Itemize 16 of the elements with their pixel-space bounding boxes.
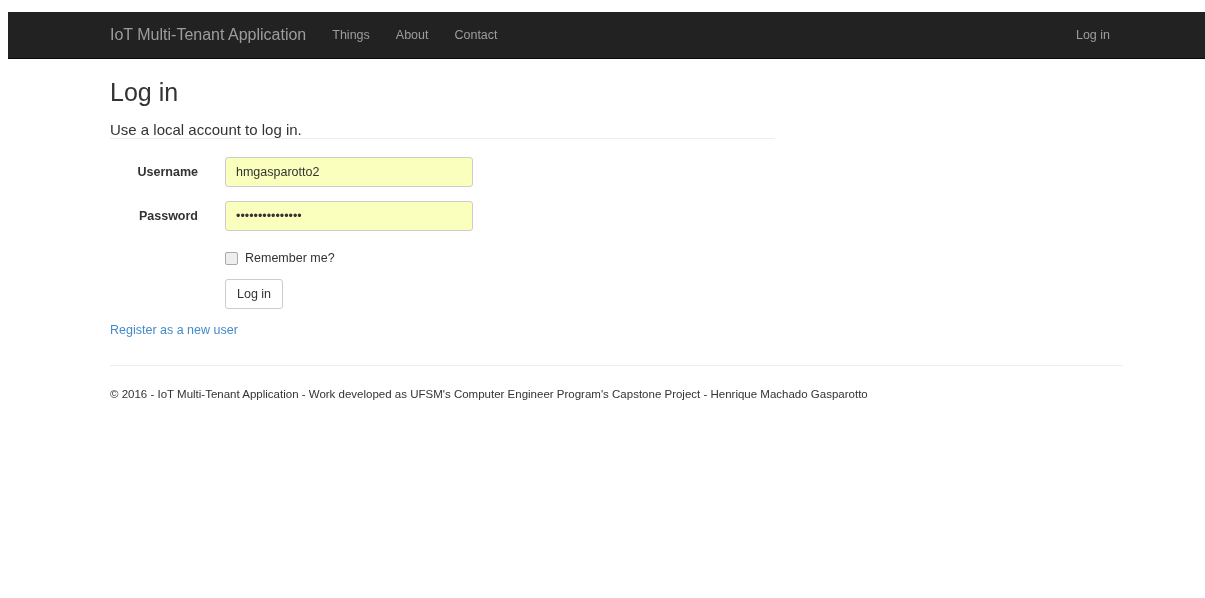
checkbox-label: Remember me? (245, 251, 335, 265)
page-subtitle: Use a local account to log in. (110, 121, 303, 138)
input-field[interactable]: ••••••••••••••• (225, 201, 473, 231)
nav-link[interactable]: Contact (441, 28, 511, 42)
footer-text: © 2016 - IoT Multi-Tenant Application - Work developed as UFSM's Computer Engineer Program's Capstone Project - Henrique Machado Gasparotto (110, 388, 869, 400)
nav-link[interactable]: Things (319, 28, 383, 42)
nav-link[interactable]: About (382, 28, 442, 42)
login-nav-link[interactable]: Log in (1062, 28, 1123, 42)
checkbox[interactable] (225, 251, 238, 265)
register-link[interactable]: Register as a new user (110, 323, 238, 337)
input-field[interactable]: hmgasparotto2 (225, 157, 473, 187)
login-button[interactable]: Log in (225, 279, 284, 309)
page-title: Log in (110, 77, 180, 107)
field-label: Password (137, 209, 198, 223)
field-label: Username (136, 165, 198, 179)
brand-link[interactable]: IoT Multi-Tenant Application (110, 26, 307, 44)
